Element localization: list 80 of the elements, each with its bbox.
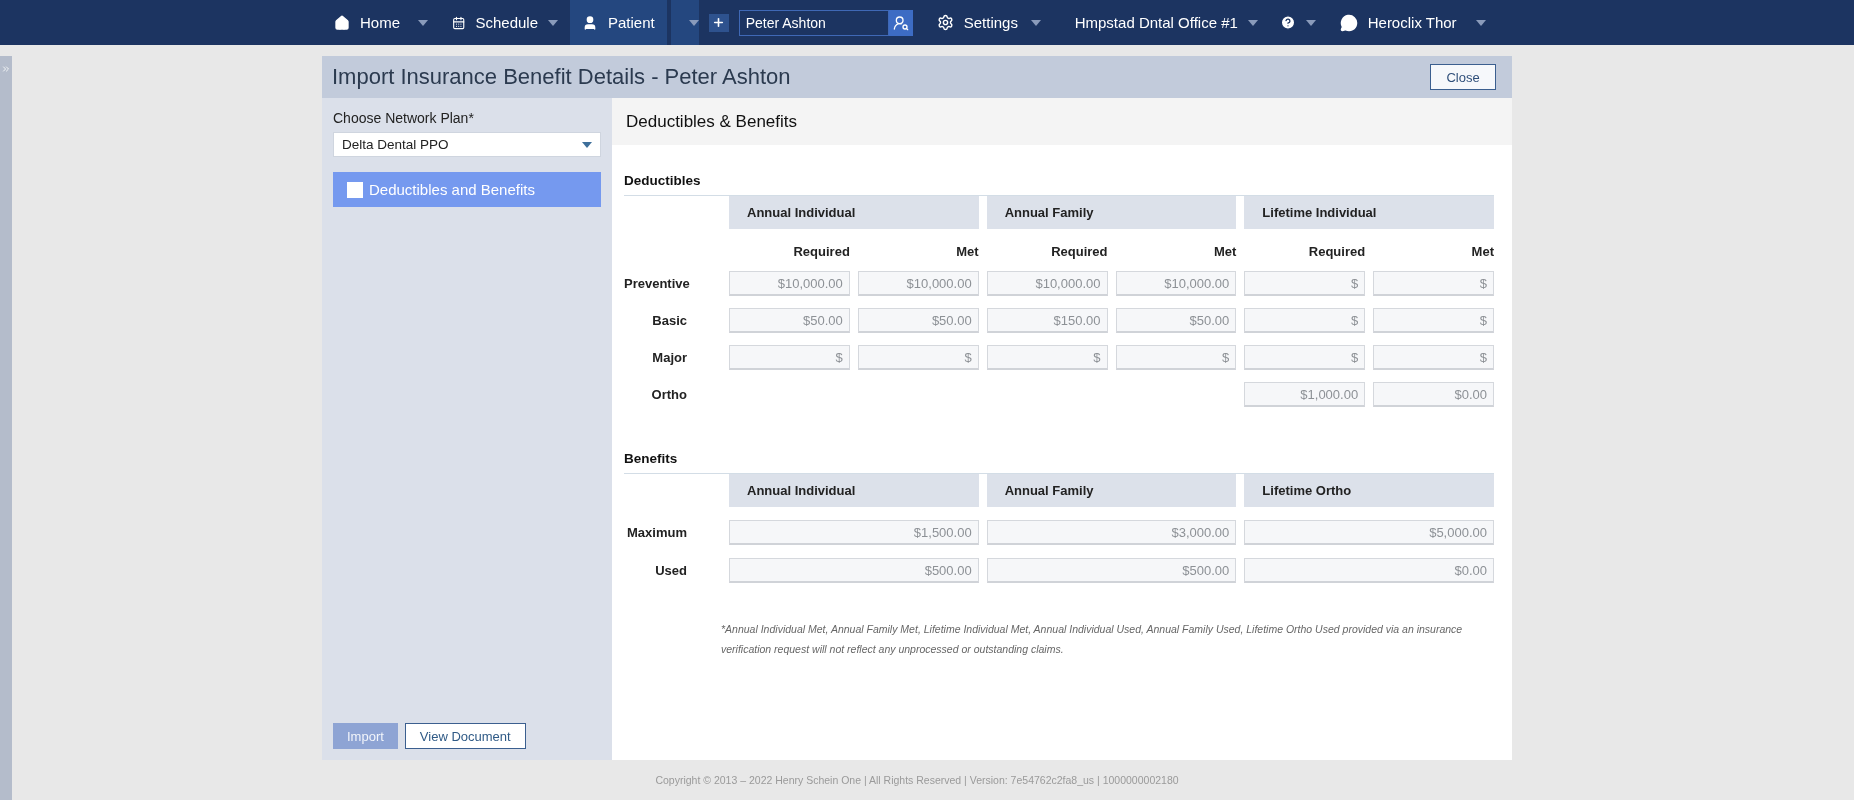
settings-icon <box>936 14 954 31</box>
amount-field[interactable]: $ <box>1373 271 1494 296</box>
caret-icon[interactable] <box>548 19 558 26</box>
nav-tab[interactable]: Schedule <box>440 0 570 45</box>
close-button[interactable]: Close <box>1430 64 1496 90</box>
add-button[interactable] <box>708 13 729 32</box>
network-plan-select[interactable]: Delta Dental PPO <box>333 132 601 157</box>
column-header: Required <box>1050 244 1108 259</box>
row-label: Basic <box>651 313 688 328</box>
panel-title: Deductibles & Benefits <box>626 111 798 132</box>
row-label: Used <box>654 563 688 578</box>
amount-field[interactable]: $0.00 <box>1244 558 1494 583</box>
amount-field[interactable]: $ <box>986 345 1108 370</box>
caret-icon[interactable] <box>688 19 699 26</box>
amount-field[interactable]: $ <box>1373 345 1494 370</box>
plus-icon <box>712 16 726 29</box>
column-group-header: Lifetime Ortho <box>1244 474 1494 507</box>
column-header: Required <box>792 244 850 259</box>
amount-field[interactable]: $1,500.00 <box>729 520 979 545</box>
amount-field[interactable]: $1,000.00 <box>1244 382 1366 407</box>
column-group-header: Lifetime Individual <box>1244 196 1494 229</box>
column-header: Met <box>1212 244 1237 259</box>
amount-field[interactable]: $ <box>1244 345 1366 370</box>
amount-field[interactable]: $10,000.00 <box>986 271 1108 296</box>
amount-field[interactable]: $ <box>857 345 979 370</box>
amount-field[interactable]: $150.00 <box>986 308 1108 333</box>
column-header: Met <box>955 244 979 259</box>
caret-icon <box>582 141 592 148</box>
nav-menu[interactable]: Settings <box>924 0 1053 45</box>
user-icon <box>582 14 598 31</box>
row-label: Major <box>651 350 688 365</box>
column-group-header: Annual Family <box>986 196 1237 229</box>
copyright-text: Copyright © 2013 – 2022 Henry Schein One | All Rights Reserved | Version: 7e54762c2fa8_us | 1000000002180 <box>654 774 1180 786</box>
amount-field[interactable]: $500.00 <box>729 558 979 583</box>
amount-field[interactable]: $0.00 <box>1373 382 1494 407</box>
caret-icon[interactable] <box>1247 19 1258 26</box>
amount-field[interactable]: $50.00 <box>857 308 979 333</box>
field-label: Choose Network Plan* <box>333 110 475 126</box>
amount-field[interactable]: $ <box>1115 345 1237 370</box>
nav-tab[interactable]: Patient <box>570 0 667 45</box>
view-document-button[interactable]: View Document <box>404 723 526 749</box>
amount-field[interactable]: $10,000.00 <box>1115 271 1237 296</box>
column-group-header: Annual Family <box>986 474 1237 507</box>
nav-menu[interactable]: Hmpstad Dntal Office #1 <box>1052 0 1268 45</box>
checkbox[interactable] <box>347 181 363 198</box>
amount-field[interactable]: $10,000.00 <box>857 271 979 296</box>
caret-icon[interactable] <box>1030 19 1041 26</box>
caret-icon[interactable] <box>1305 19 1316 26</box>
row-label: Ortho <box>650 387 688 402</box>
amount-field[interactable]: $ <box>1244 308 1366 333</box>
footnote: *Annual Individual Met, Annual Family Met, Lifetime Individual Met, Annual Individual Used, Annual Family Used, Lifetime Ortho Used provided via an insurance verification request will not reflect any unprocessed or outstanding claims. <box>720 622 1464 657</box>
column-header: Required <box>1307 244 1366 259</box>
row-label: Maximum <box>626 525 688 540</box>
nav-menu[interactable]: Heroclix Thor <box>1327 0 1498 45</box>
home-icon <box>334 14 350 31</box>
amount-field[interactable]: $50.00 <box>729 308 850 333</box>
amount-field[interactable]: $3,000.00 <box>986 520 1237 545</box>
section-item[interactable]: Deductibles and Benefits <box>333 172 601 207</box>
dialog-title: Import Insurance Benefit Details - Peter Ashton <box>332 64 791 90</box>
column-header: Met <box>1470 244 1494 259</box>
patient-search-button[interactable] <box>888 9 913 36</box>
calendar-icon <box>452 14 466 31</box>
amount-field[interactable]: $ <box>729 345 850 370</box>
help-icon <box>1279 14 1296 31</box>
column-group-header: Annual Individual <box>729 474 979 507</box>
caret-icon[interactable] <box>1475 19 1486 26</box>
caret-icon[interactable] <box>418 19 428 26</box>
amount-field[interactable]: $10,000.00 <box>729 271 850 296</box>
amount-field[interactable]: $ <box>1373 308 1494 333</box>
patient-search-field[interactable]: Peter Ashton <box>738 9 889 36</box>
side-drawer-handle[interactable] <box>0 56 12 800</box>
amount-field[interactable]: $ <box>1244 271 1366 296</box>
amount-field[interactable]: $500.00 <box>986 558 1237 583</box>
dropdown-toggle[interactable] <box>670 0 699 45</box>
speech-bubble-icon <box>1339 13 1358 32</box>
row-label: Preventive <box>624 276 691 291</box>
column-group-header: Annual Individual <box>729 196 979 229</box>
amount-field[interactable]: $5,000.00 <box>1244 520 1494 545</box>
nav-tab[interactable]: Home <box>322 0 440 45</box>
amount-field[interactable]: $50.00 <box>1115 308 1237 333</box>
